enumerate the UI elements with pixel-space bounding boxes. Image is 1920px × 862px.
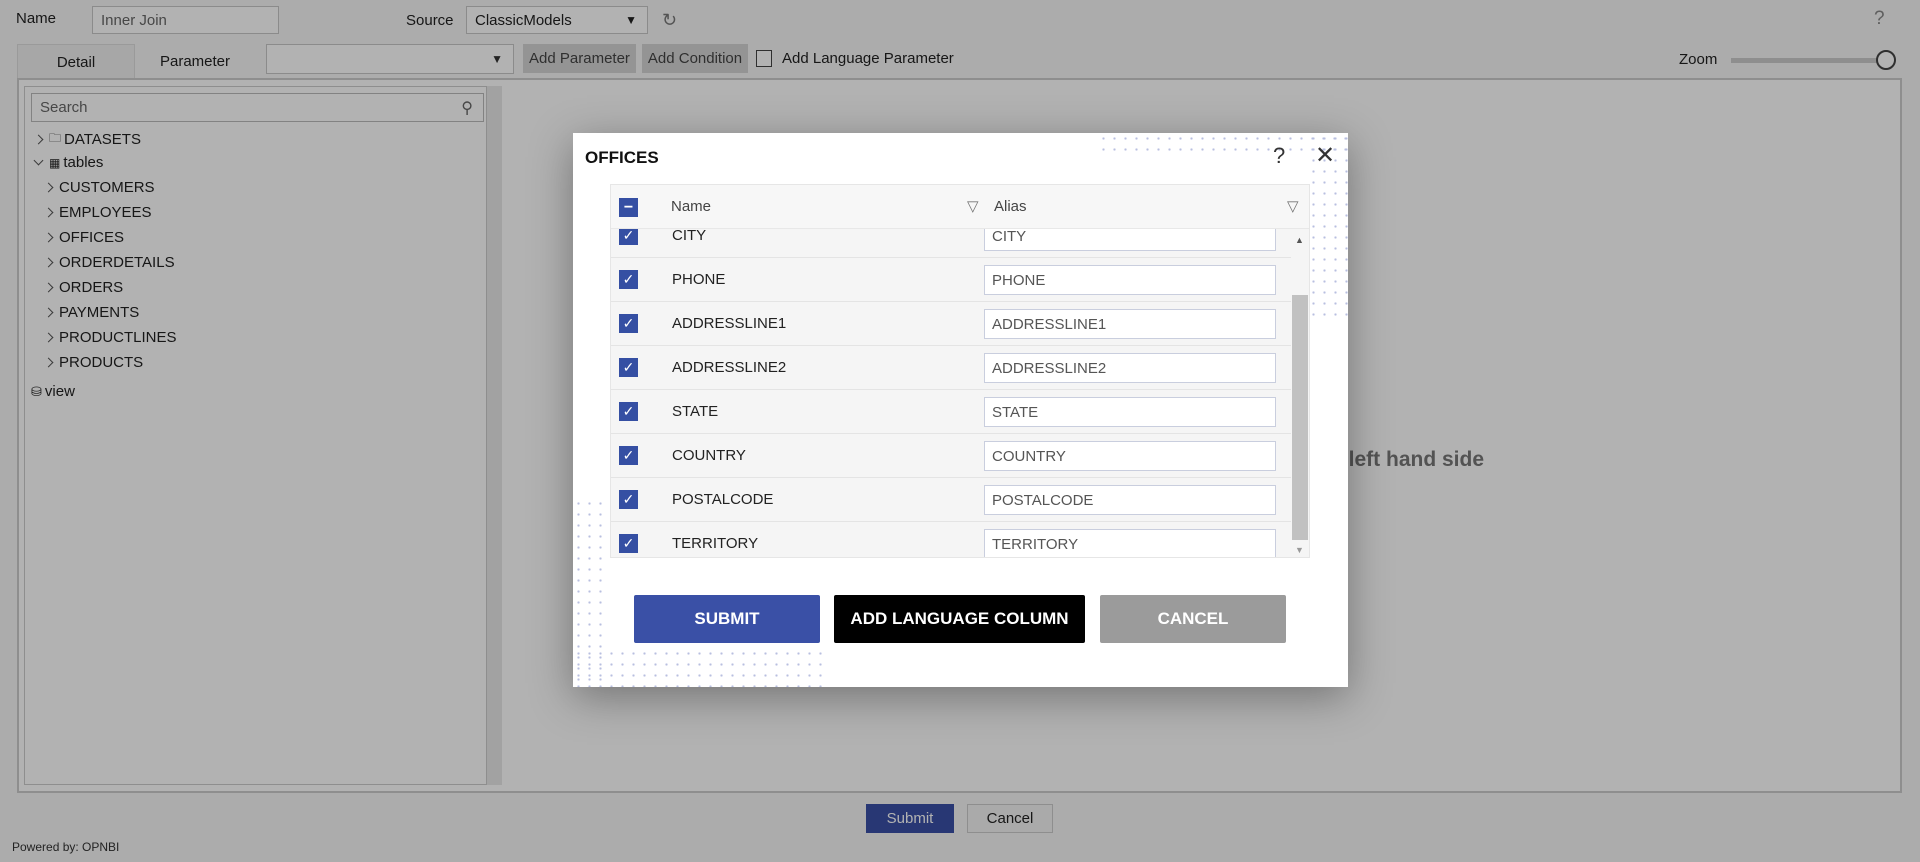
help-icon[interactable]: ? xyxy=(1273,143,1285,169)
grid-row: ✓ TERRITORY TERRITORY xyxy=(611,522,1291,557)
row-name: PHONE xyxy=(672,271,726,288)
alias-input[interactable]: COUNTRY xyxy=(984,441,1276,471)
modal-title: OFFICES xyxy=(585,148,659,167)
column-header-alias: Alias xyxy=(994,198,1027,215)
grid-header: − Name ▽ Alias ▽ xyxy=(611,185,1309,229)
row-name: TERRITORY xyxy=(672,535,759,552)
scrollbar-thumb[interactable] xyxy=(1292,295,1308,540)
grid-row: ✓ STATE STATE xyxy=(611,390,1291,434)
column-header-name: Name xyxy=(671,198,712,215)
row-checkbox[interactable]: ✓ xyxy=(619,490,638,509)
scroll-down-icon[interactable]: ▼ xyxy=(1295,545,1304,555)
dot-pattern xyxy=(573,648,823,687)
close-icon[interactable]: ✕ xyxy=(1315,141,1335,170)
add-language-column-button[interactable]: ADD LANGUAGE COLUMN xyxy=(834,595,1085,643)
row-name: ADDRESSLINE1 xyxy=(672,315,787,332)
alias-input[interactable]: POSTALCODE xyxy=(984,485,1276,515)
scroll-up-icon[interactable]: ▲ xyxy=(1295,235,1304,245)
select-all-checkbox[interactable]: − xyxy=(619,198,638,217)
grid-row: ✓ PHONE PHONE xyxy=(611,258,1291,302)
columns-grid: − Name ▽ Alias ▽ ✓ CITY CITY ✓ PHONE PHONE ✓ AD… xyxy=(610,184,1310,558)
submit-button[interactable]: SUBMIT xyxy=(634,595,820,643)
row-checkbox[interactable]: ✓ xyxy=(619,534,638,553)
scrollbar[interactable]: ▲ ▼ xyxy=(1291,229,1309,557)
grid-row: ✓ ADDRESSLINE1 ADDRESSLINE1 xyxy=(611,302,1291,346)
row-name: POSTALCODE xyxy=(672,491,774,508)
row-checkbox[interactable]: ✓ xyxy=(619,314,638,333)
alias-input[interactable]: TERRITORY xyxy=(984,529,1276,557)
row-name: STATE xyxy=(672,403,719,420)
alias-input[interactable]: ADDRESSLINE1 xyxy=(984,309,1276,339)
row-checkbox[interactable]: ✓ xyxy=(619,358,638,377)
row-checkbox[interactable]: ✓ xyxy=(619,402,638,421)
row-name: COUNTRY xyxy=(672,447,746,464)
alias-input[interactable]: STATE xyxy=(984,397,1276,427)
filter-icon[interactable]: ▽ xyxy=(967,197,979,215)
alias-input[interactable]: PHONE xyxy=(984,265,1276,295)
grid-row: ✓ POSTALCODE POSTALCODE xyxy=(611,478,1291,522)
grid-row: ✓ ADDRESSLINE2 ADDRESSLINE2 xyxy=(611,346,1291,390)
row-checkbox[interactable]: ✓ xyxy=(619,270,638,289)
cancel-button[interactable]: CANCEL xyxy=(1100,595,1286,643)
grid-body: ✓ CITY CITY ✓ PHONE PHONE ✓ ADDRESSLINE1 ADDRESS… xyxy=(611,214,1291,557)
grid-row: ✓ COUNTRY COUNTRY xyxy=(611,434,1291,478)
row-name: CITY xyxy=(672,227,707,244)
alias-input[interactable]: ADDRESSLINE2 xyxy=(984,353,1276,383)
row-name: ADDRESSLINE2 xyxy=(672,359,787,376)
filter-icon[interactable]: ▽ xyxy=(1287,197,1299,215)
row-checkbox[interactable]: ✓ xyxy=(619,446,638,465)
offices-modal: OFFICES ? ✕ − Name ▽ Alias ▽ ✓ CITY CITY ✓ P… xyxy=(573,133,1348,687)
